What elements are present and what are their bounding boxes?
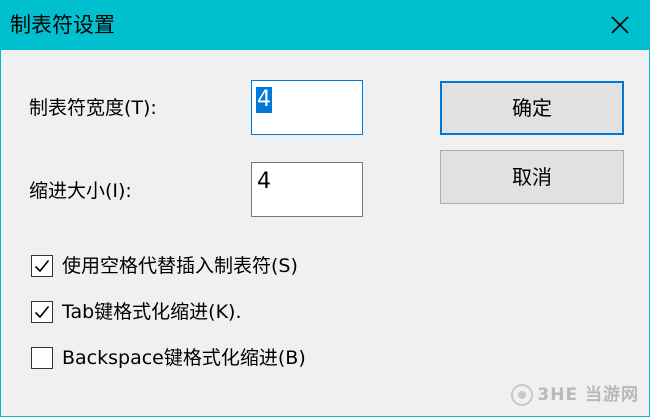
option-label: 使用空格代替插入制表符(S)	[62, 255, 298, 277]
option-label: Tab键格式化缩进(K).	[62, 301, 242, 323]
option-label: Backspace键格式化缩进(B)	[62, 347, 306, 369]
ok-button[interactable]: 确定	[440, 81, 624, 135]
tab-width-label: 制表符宽度(T):	[29, 97, 157, 119]
checkbox-backspace-format-indent[interactable]	[31, 347, 53, 369]
cancel-button[interactable]: 取消	[440, 150, 624, 204]
checkmark-icon	[34, 305, 50, 319]
watermark-text: 3HE 当游网	[537, 385, 639, 405]
close-icon	[611, 16, 629, 34]
tab-width-input[interactable]: 4	[251, 80, 363, 135]
indent-size-label: 缩进大小(I):	[29, 180, 132, 202]
checkbox-tab-format-indent[interactable]	[31, 301, 53, 323]
dialog-title: 制表符设置	[10, 13, 115, 37]
title-bar[interactable]: 制表符设置	[0, 0, 650, 50]
tab-width-value: 4	[256, 87, 272, 113]
indent-size-input[interactable]: 4	[251, 162, 363, 217]
checkbox-use-spaces[interactable]	[31, 255, 53, 277]
watermark-logo-icon	[511, 384, 534, 406]
indent-size-value: 4	[257, 169, 271, 194]
watermark: 3HE 当游网	[511, 380, 639, 410]
close-button[interactable]	[590, 0, 650, 50]
dialog-body: 制表符宽度(T): 4 缩进大小(I): 4 确定 取消 使用空格代替插入制表符…	[0, 50, 650, 417]
checkmark-icon	[34, 259, 50, 273]
